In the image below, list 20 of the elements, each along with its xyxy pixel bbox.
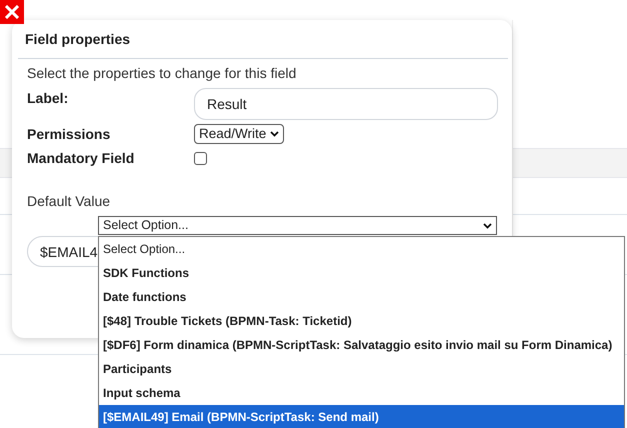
mandatory-checkbox[interactable] <box>194 152 207 165</box>
caret-icon <box>483 222 492 228</box>
dropdown-option[interactable]: Participants <box>99 357 624 381</box>
caret-icon <box>270 131 280 137</box>
dropdown-option[interactable]: [$48] Trouble Tickets (BPMN-Task: Ticketid) <box>99 309 624 333</box>
default-value-label: Default Value <box>27 192 112 211</box>
dropdown-option[interactable]: Input schema <box>99 381 624 405</box>
permissions-select[interactable]: Read/Write <box>194 124 284 144</box>
field-label: Label: <box>27 89 70 107</box>
default-value-select[interactable]: Select Option... <box>98 216 497 235</box>
dialog-subtitle: Select the properties to change for this field <box>27 64 298 83</box>
field-label: Permissions <box>27 125 112 143</box>
close-button[interactable] <box>0 0 24 24</box>
dialog-title: Field properties <box>18 20 508 59</box>
field-label: Mandatory Field <box>27 149 136 167</box>
label-input[interactable]: Result <box>194 88 498 120</box>
dropdown-option[interactable]: [$EMAIL49] Email (BPMN-ScriptTask: Send mail) <box>99 405 624 428</box>
dropdown-option[interactable]: Date functions <box>99 285 624 309</box>
close-icon <box>5 5 19 19</box>
dropdown-option[interactable]: [$DF6] Form dinamica (BPMN-ScriptTask: Salvataggio esito invio mail su Form Dinamica) <box>99 333 624 357</box>
